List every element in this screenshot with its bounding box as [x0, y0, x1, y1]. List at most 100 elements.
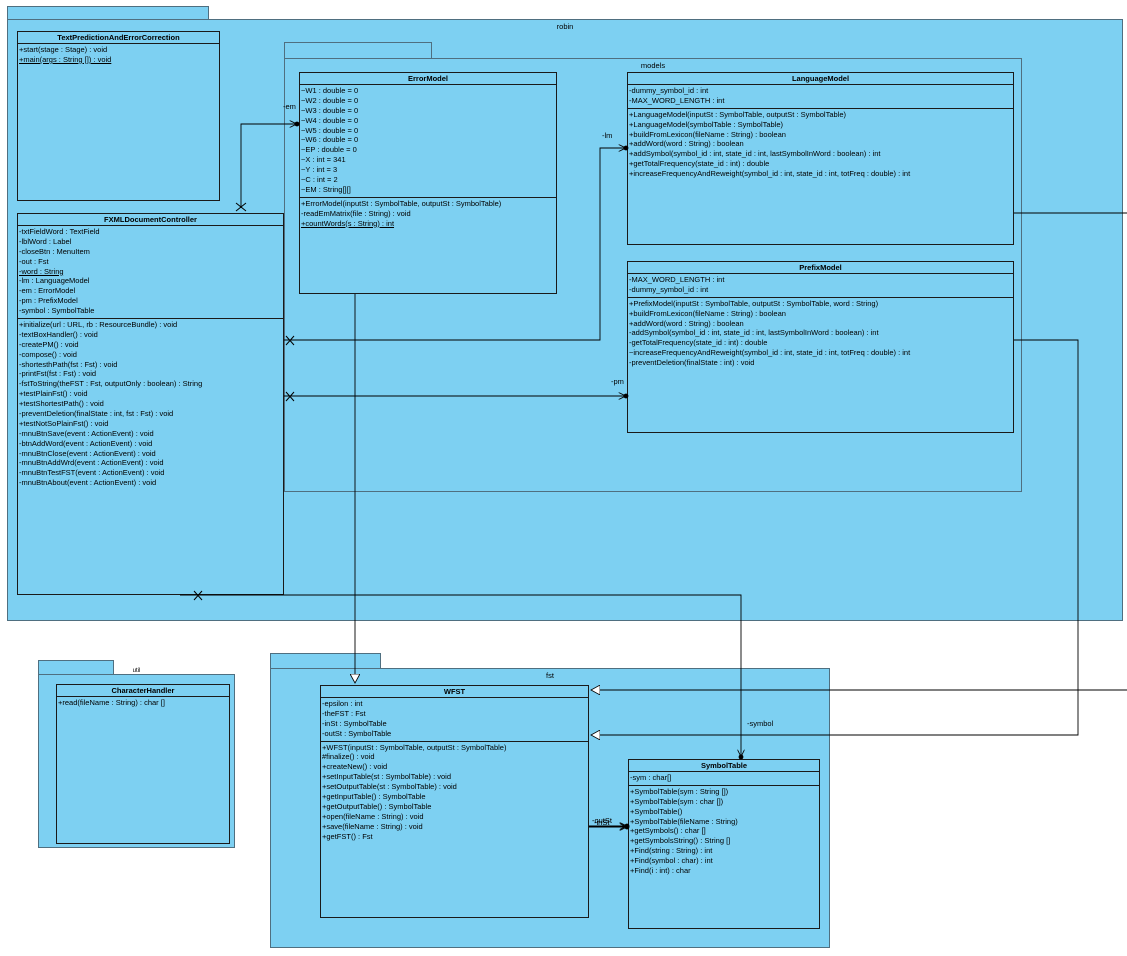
operation-row: -textBoxHandler() : void — [19, 329, 98, 339]
attribute-row: -lm : LanguageModel — [19, 276, 90, 286]
class-name: PrefixModel — [628, 262, 1013, 274]
operation-row: -preventDeletion(finalState : int) : voi… — [629, 358, 755, 368]
class-wfst: WFST -epsilon : int -theFST : Fst -inSt : … — [320, 685, 589, 918]
operation-row: -printFst(fst : Fst) : void — [19, 369, 97, 379]
operation-row: +SymbolTable(sym : String []) — [630, 786, 729, 796]
operation-row: +Find(string : String) : int — [630, 846, 713, 856]
operation-row: +WFST(inputSt : SymbolTable, outputSt : … — [322, 742, 507, 752]
attributes-compartment: -dummy_symbol_id : int -MAX_WORD_LENGTH :… — [628, 85, 1013, 109]
class-name: FXMLDocumentController — [18, 214, 283, 226]
models-package-label: models — [640, 61, 666, 70]
attribute-row: ~EP : double = 0 — [301, 145, 357, 155]
operation-row: +addWord(word : String) : boolean — [629, 318, 744, 328]
operation-row: +testNotSoPlainFst() : void — [19, 418, 109, 428]
operation-row: +testPlainFst() : void — [19, 389, 88, 399]
attribute-row: -pm : PrefixModel — [19, 296, 78, 306]
operation-row: +SymbolTable(sym : char []) — [630, 796, 724, 806]
operations-compartment: +start(stage : Stage) : void +main(args :… — [18, 44, 219, 67]
operation-row: +increaseFrequencyAndReweight(symbol_id … — [629, 169, 911, 179]
operation-row: +ErrorModel(inputSt : SymbolTable, outpu… — [301, 198, 502, 208]
attribute-row: -MAX_WORD_LENGTH : int — [629, 95, 725, 105]
robin-package-tab — [7, 6, 209, 20]
class-prefixmodel: PrefixModel -MAX_WORD_LENGTH : int -dummy… — [627, 261, 1014, 433]
class-name: ErrorModel — [300, 73, 556, 85]
operations-compartment: +PrefixModel(inputSt : SymbolTable, outp… — [628, 298, 1013, 370]
fst-package-tab — [270, 653, 381, 669]
attribute-row: -theFST : Fst — [322, 708, 366, 718]
attribute-row: ~X : int = 341 — [301, 155, 346, 165]
operation-row: -compose() : void — [19, 349, 77, 359]
attribute-row: ~W4 : double = 0 — [301, 115, 359, 125]
operation-row: +getOutputTable() : SymbolTable — [322, 801, 432, 811]
operation-row: +getSymbols() : char [] — [630, 826, 706, 836]
operation-row: +Find(symbol : char) : int — [630, 856, 713, 866]
operation-row: +Find(i : int) : char — [630, 866, 691, 876]
attribute-row: -txtFieldWord : TextField — [19, 227, 100, 236]
attribute-row: -symbol : SymbolTable — [19, 306, 95, 316]
attributes-compartment: ~W1 : double = 0 ~W2 : double = 0 ~W3 : do… — [300, 85, 556, 198]
operation-row: -preventDeletion(finalState : int, fst :… — [19, 409, 174, 419]
operation-row: +testShortestPath() : void — [19, 399, 104, 409]
uml-class-diagram: robin models util fst TextPredictionAndE… — [0, 0, 1127, 956]
class-name: TextPredictionAndErrorCorrection — [18, 32, 219, 44]
operations-compartment: +LanguageModel(inputSt : SymbolTable, ou… — [628, 109, 1013, 181]
operations-compartment: +read(fileName : String) : char [] — [57, 697, 229, 710]
role-label-lm: -lm — [602, 131, 613, 140]
operation-row: +initialize(url : URL, rb : ResourceBund… — [19, 320, 178, 330]
attribute-row: -closeBtn : MenuItem — [19, 246, 90, 256]
util-package-label: util — [132, 668, 141, 674]
attribute-row: -MAX_WORD_LENGTH : int — [629, 275, 725, 284]
attribute-row: -epsilon : int — [322, 699, 363, 708]
operation-row: +LanguageModel(inputSt : SymbolTable, ou… — [629, 109, 847, 119]
models-package-tab — [284, 42, 432, 59]
operations-compartment: +SymbolTable(sym : String []) +SymbolTabl… — [629, 786, 819, 878]
attribute-row: -em : ErrorModel — [19, 286, 76, 296]
operation-row: -addSymbol(symbol_id : int, state_id : i… — [629, 328, 879, 338]
operation-row: +addWord(word : String) : boolean — [629, 139, 744, 149]
role-label-pm: -pm — [611, 377, 624, 386]
operation-row: +read(fileName : String) : char [] — [58, 698, 165, 707]
class-fxmldocumentcontroller: FXMLDocumentController -txtFieldWord : T… — [17, 213, 284, 595]
attribute-row: ~EM : String[][] — [301, 184, 351, 194]
operation-row: +PrefixModel(inputSt : SymbolTable, outp… — [629, 298, 879, 308]
class-name: CharacterHandler — [57, 685, 229, 697]
attribute-row: -word : String — [19, 266, 64, 276]
operation-row: +setInputTable(st : SymbolTable) : void — [322, 772, 452, 782]
operation-row: -createPM() : void — [19, 339, 79, 349]
class-symboltable: SymbolTable -sym : char[] +SymbolTable(s… — [628, 759, 820, 929]
operation-row: -mnuBtnAbout(event : ActionEvent) : void — [19, 478, 157, 488]
attribute-row: ~W5 : double = 0 — [301, 125, 359, 135]
operation-row: -mnuBtnAddWrd(event : ActionEvent) : voi… — [19, 458, 164, 468]
operation-row: -mnuBtnClose(event : ActionEvent) : void — [19, 448, 156, 458]
class-name: SymbolTable — [629, 760, 819, 772]
operations-compartment: +ErrorModel(inputSt : SymbolTable, outpu… — [300, 198, 556, 231]
operation-row: +buildFromLexicon(fileName : String) : b… — [629, 129, 786, 139]
role-label-inst: -inSt — [594, 818, 610, 827]
class-name: LanguageModel — [628, 73, 1013, 85]
role-label-symbol: -symbol — [747, 719, 774, 728]
attribute-row: ~W1 : double = 0 — [301, 86, 359, 95]
operation-row: +buildFromLexicon(fileName : String) : b… — [629, 308, 786, 318]
operation-row: +createNew() : void — [322, 762, 388, 772]
operation-row: #finalize() : void — [322, 752, 375, 762]
operation-row: +getTotalFrequency(state_id : int) : dou… — [629, 159, 770, 169]
robin-package-label: robin — [556, 22, 574, 31]
operation-row: +open(fileName : String) : void — [322, 811, 424, 821]
attribute-row: -out : Fst — [19, 256, 49, 266]
operation-row: +setOutputTable(st : SymbolTable) : void — [322, 782, 457, 792]
attributes-compartment: -epsilon : int -theFST : Fst -inSt : Symbo… — [321, 698, 588, 742]
operation-row: +main(args : String []) : void — [19, 54, 112, 64]
operation-row: +countWords(s : String) : int — [301, 218, 395, 228]
operation-row: +addSymbol(symbol_id : int, state_id : i… — [629, 149, 881, 159]
attributes-compartment: -txtFieldWord : TextField -lblWord : Labe… — [18, 226, 283, 320]
operations-compartment: +WFST(inputSt : SymbolTable, outputSt : … — [321, 742, 588, 844]
class-errormodel: ErrorModel ~W1 : double = 0 ~W2 : double … — [299, 72, 557, 294]
operation-row: +SymbolTable(fileName : String) — [630, 816, 738, 826]
operation-row: +getInputTable() : SymbolTable — [322, 792, 426, 802]
role-label-em: -em — [283, 102, 296, 111]
class-characterhandler: CharacterHandler +read(fileName : String… — [56, 684, 230, 844]
operation-row: +start(stage : Stage) : void — [19, 45, 108, 54]
operation-row: -mnuBtnSave(event : ActionEvent) : void — [19, 428, 154, 438]
attribute-row: -outSt : SymbolTable — [322, 728, 392, 738]
attributes-compartment: -MAX_WORD_LENGTH : int -dummy_symbol_id :… — [628, 274, 1013, 298]
